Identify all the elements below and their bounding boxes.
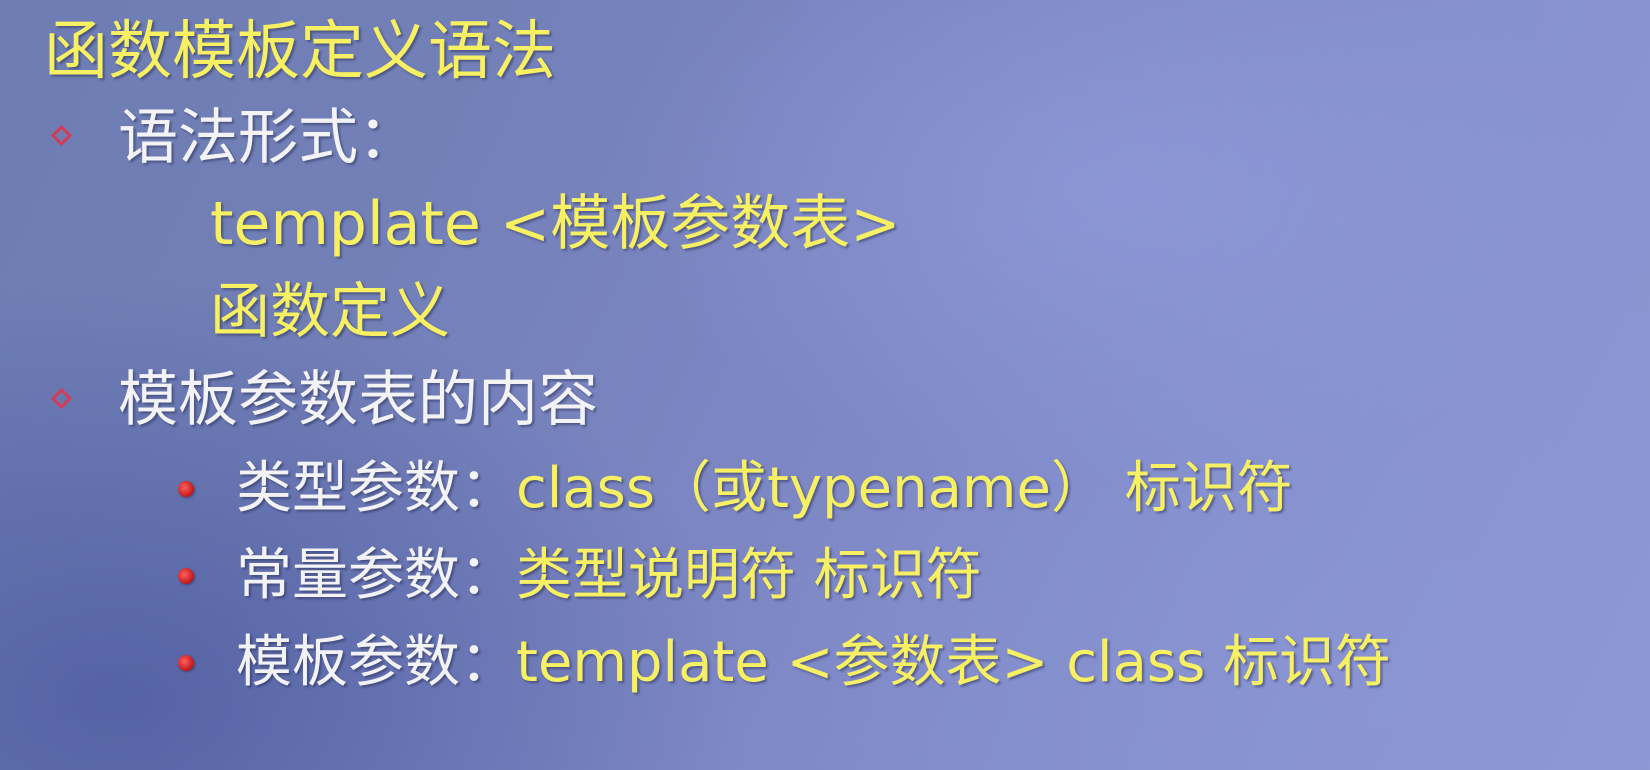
list-item: 常量参数：类型说明符 标识符 [236,548,982,604]
list-item-term: 类型参数： [236,456,516,521]
slide: 函数模板定义语法 语法形式： template <模板参数表> 函数定义 模板参… [0,0,1650,770]
red-dot-bullet-icon [178,655,194,671]
list-item: 模板参数：template <参数表> class 标识符 [236,635,1391,691]
diamond-bullet-icon [50,124,73,147]
diamond-bullet-icon [50,387,73,410]
red-dot-bullet-icon [178,568,194,584]
slide-title: 函数模板定义语法 [44,15,556,89]
syntax-code-line-1: template <模板参数表> [210,189,901,259]
syntax-code-line-2: 函数定义 [210,277,450,347]
list-item-desc: class（或typename） 标识符 [516,456,1293,521]
list-item-desc: 类型说明符 标识符 [516,543,982,608]
red-dot-bullet-icon [178,481,194,497]
list-item: 类型参数：class（或typename） 标识符 [236,461,1293,517]
section-syntax-label: 语法形式： [118,103,418,173]
list-item-desc: template <参数表> class 标识符 [516,630,1392,695]
section-param-list-label: 模板参数表的内容 [118,365,598,435]
list-item-term: 常量参数： [236,543,516,608]
list-item-term: 模板参数： [236,630,516,695]
